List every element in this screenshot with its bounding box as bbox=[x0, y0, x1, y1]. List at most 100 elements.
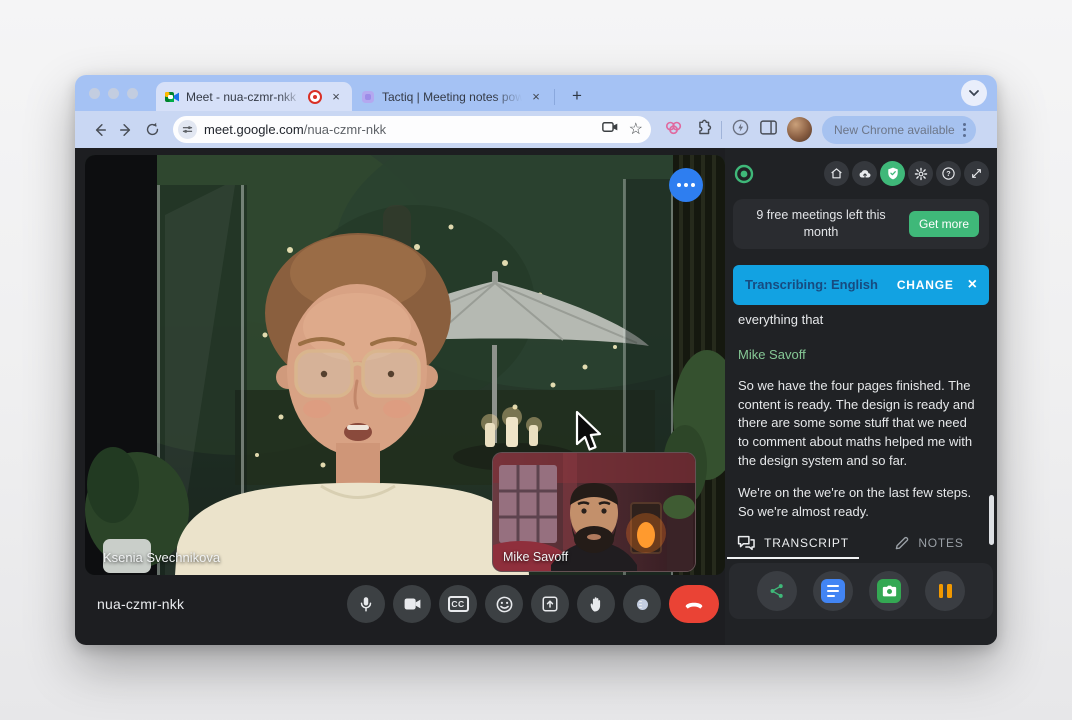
tactiq-sidebar: ? 9 free meetings left th bbox=[725, 148, 997, 645]
zoom-window-button[interactable] bbox=[127, 88, 138, 99]
chrome-update-label: New Chrome available bbox=[834, 123, 955, 137]
toolbar-divider bbox=[721, 121, 722, 139]
home-button[interactable] bbox=[824, 161, 849, 186]
tab-meet[interactable]: Meet - nua-czmr-nkk × bbox=[156, 82, 352, 111]
expand-diagonal-icon bbox=[970, 167, 983, 180]
tab-search-button[interactable] bbox=[961, 80, 987, 106]
tab-title: Meet - nua-czmr-nkk bbox=[186, 90, 302, 104]
meetings-left-text: 9 free meetings left this month bbox=[743, 207, 899, 241]
tactiq-header: ? bbox=[725, 148, 997, 194]
tab-transcript[interactable]: TRANSCRIPT bbox=[725, 526, 861, 559]
get-more-button[interactable]: Get more bbox=[909, 211, 979, 237]
screenshot-camera-icon bbox=[877, 579, 901, 603]
camera-icon bbox=[403, 596, 422, 612]
end-call-icon bbox=[684, 599, 704, 609]
more-menu-icon[interactable] bbox=[961, 121, 968, 139]
url-host: meet.google.com bbox=[204, 122, 304, 137]
export-to-docs-button[interactable] bbox=[813, 571, 853, 611]
profile-avatar[interactable] bbox=[787, 117, 812, 142]
present-icon bbox=[541, 595, 559, 613]
settings-button[interactable] bbox=[908, 161, 933, 186]
transcript-speaker: Mike Savoff bbox=[738, 346, 975, 365]
recording-indicator-icon bbox=[308, 90, 322, 104]
share-button[interactable] bbox=[757, 571, 797, 611]
transcript-chat-icon bbox=[737, 535, 756, 551]
help-button[interactable]: ? bbox=[936, 161, 961, 186]
screenshot-button[interactable] bbox=[869, 571, 909, 611]
main-video-tile[interactable]: Ksenia Svechnikova bbox=[85, 155, 725, 575]
reload-button[interactable] bbox=[139, 117, 165, 143]
tab-title: Tactiq | Meeting notes powe bbox=[382, 90, 522, 104]
transcript-list[interactable]: everything thatMike SavoffSo we have the… bbox=[725, 305, 997, 530]
tactiq-logo-icon bbox=[734, 164, 754, 184]
gear-icon bbox=[914, 167, 928, 181]
extensions-puzzle-icon[interactable] bbox=[693, 118, 712, 142]
tab-capture-icon[interactable] bbox=[602, 120, 619, 139]
cloud-sync-button[interactable] bbox=[852, 161, 877, 186]
tab-tactiq[interactable]: Tactiq | Meeting notes powe × bbox=[352, 82, 552, 111]
chat-bubble-icon[interactable] bbox=[669, 168, 703, 202]
raise-hand-button[interactable] bbox=[577, 585, 615, 623]
pip-video-tile[interactable]: Mike Savoff bbox=[492, 452, 696, 572]
privacy-shield-button[interactable] bbox=[880, 161, 905, 186]
smiley-icon bbox=[495, 595, 514, 614]
meet-favicon bbox=[164, 89, 180, 105]
docs-icon bbox=[821, 579, 845, 603]
transcript-line: We're on the we're on the last few steps… bbox=[738, 484, 975, 522]
browser-window: Meet - nua-czmr-nkk × Tactiq | Meeting n… bbox=[75, 75, 997, 645]
meet-controls-bar: nua-czmr-nkk bbox=[85, 575, 725, 633]
home-icon bbox=[830, 167, 843, 180]
chevron-down-icon bbox=[968, 89, 980, 97]
chrome-update-button[interactable]: New Chrome available bbox=[822, 116, 976, 144]
desktop: Meet - nua-czmr-nkk × Tactiq | Meeting n… bbox=[0, 0, 1072, 720]
transcribing-banner: Transcribing: English CHANGE × bbox=[733, 265, 989, 305]
back-button[interactable] bbox=[87, 117, 113, 143]
more-options-button[interactable] bbox=[623, 585, 661, 623]
captions-button[interactable]: CC bbox=[439, 585, 477, 623]
extension-pink-icon[interactable] bbox=[664, 118, 684, 141]
captions-icon: CC bbox=[448, 596, 469, 612]
tab-notes-label: NOTES bbox=[918, 536, 963, 550]
bookmark-star-icon[interactable]: ☆ bbox=[629, 122, 643, 138]
minimize-window-button[interactable] bbox=[108, 88, 119, 99]
more-vertical-icon bbox=[637, 599, 648, 610]
site-settings-icon[interactable] bbox=[178, 120, 197, 139]
side-panel-icon[interactable] bbox=[759, 119, 778, 141]
svg-text:?: ? bbox=[946, 170, 950, 178]
pause-icon bbox=[939, 584, 952, 598]
participant-name-label: Mike Savoff bbox=[503, 550, 568, 564]
extension-bolt-icon[interactable] bbox=[731, 118, 750, 142]
meet-page: Ksenia Svechnikova bbox=[75, 148, 997, 645]
sidebar-action-bar bbox=[729, 563, 993, 619]
tab-notes[interactable]: NOTES bbox=[861, 526, 997, 559]
mouse-cursor bbox=[574, 410, 604, 454]
expand-button[interactable] bbox=[964, 161, 989, 186]
help-icon: ? bbox=[941, 166, 956, 181]
end-call-button[interactable] bbox=[669, 585, 719, 623]
cloud-upload-icon bbox=[858, 168, 872, 180]
new-tab-button[interactable]: + bbox=[565, 84, 589, 108]
window-controls[interactable] bbox=[89, 75, 138, 111]
camera-button[interactable] bbox=[393, 585, 431, 623]
tab-close-icon[interactable]: × bbox=[528, 89, 544, 105]
participant-name-label: Ksenia Svechnikova bbox=[103, 550, 220, 565]
mic-button[interactable] bbox=[347, 585, 385, 623]
transcribing-label: Transcribing: English bbox=[745, 277, 878, 292]
tab-strip: Meet - nua-czmr-nkk × Tactiq | Meeting n… bbox=[75, 75, 997, 111]
share-icon bbox=[768, 582, 786, 600]
back-arrow-icon bbox=[91, 121, 109, 139]
forward-button[interactable] bbox=[113, 117, 139, 143]
browser-toolbar: meet.google.com /nua-czmr-nkk ☆ bbox=[75, 111, 997, 148]
close-window-button[interactable] bbox=[89, 88, 100, 99]
banner-close-icon[interactable]: × bbox=[968, 276, 977, 294]
present-button[interactable] bbox=[531, 585, 569, 623]
hand-icon bbox=[588, 595, 605, 613]
pause-transcription-button[interactable] bbox=[925, 571, 965, 611]
tactiq-favicon bbox=[360, 89, 376, 105]
tab-close-icon[interactable]: × bbox=[328, 89, 344, 105]
change-language-button[interactable]: CHANGE bbox=[897, 278, 954, 292]
transcript-line: So we have the four pages finished. The … bbox=[738, 377, 975, 471]
forward-arrow-icon bbox=[117, 121, 135, 139]
address-bar[interactable]: meet.google.com /nua-czmr-nkk ☆ bbox=[173, 116, 651, 143]
reactions-button[interactable] bbox=[485, 585, 523, 623]
